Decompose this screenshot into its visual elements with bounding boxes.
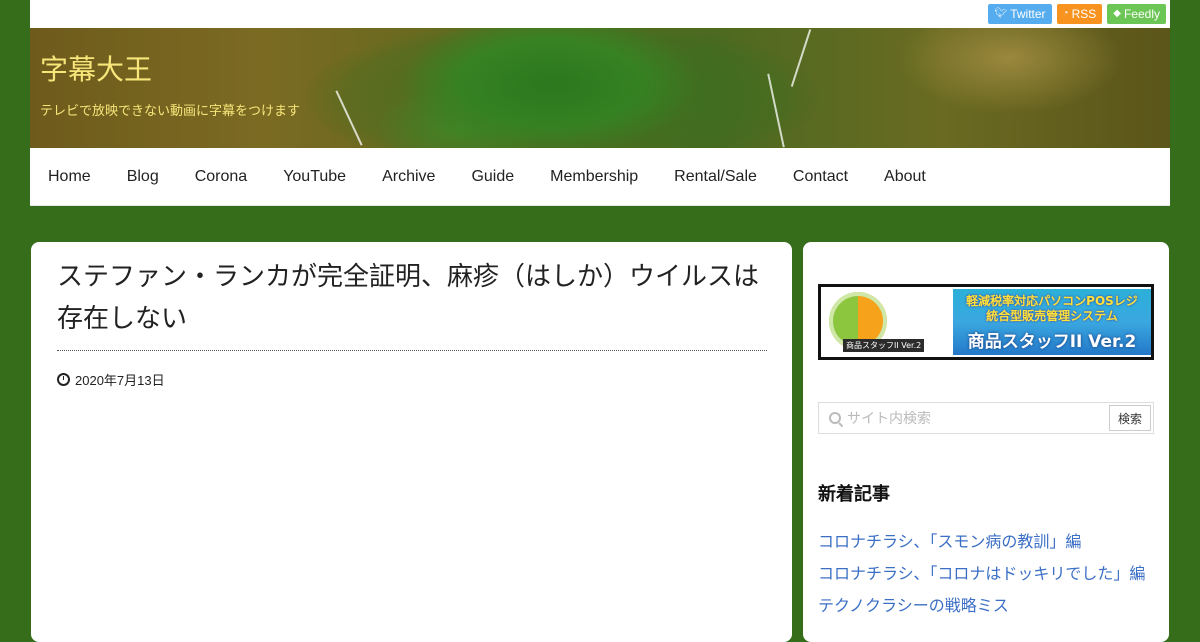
banner-logo-area: 商品スタッフII Ver.2: [823, 289, 953, 355]
list-item: コロナチラシ、「スモン病の教訓」編: [818, 530, 1145, 562]
rss-label: RSS: [1071, 7, 1097, 21]
recent-posts-heading: 新着記事: [818, 484, 890, 505]
title-divider: [57, 350, 767, 351]
site-header: 字幕大王 テレビで放映できない動画に字幕をつけます: [30, 28, 1170, 148]
banner-caption: 商品スタッフII Ver.2: [843, 339, 925, 352]
nav-item-corona[interactable]: Corona: [177, 168, 265, 186]
list-item: コロナチラシ、「コロナはドッキリでした」編: [818, 562, 1145, 594]
recent-posts-list: コロナチラシ、「スモン病の教訓」編 コロナチラシ、「コロナはドッキリでした」編 …: [818, 530, 1145, 626]
nav-item-rental-sale[interactable]: Rental/Sale: [656, 168, 775, 186]
recent-post-link[interactable]: コロナチラシ、「スモン病の教訓」編: [818, 532, 1081, 551]
site-search: 検索: [818, 402, 1154, 434]
post-date: 2020年7月13日: [57, 370, 165, 389]
recent-post-link[interactable]: コロナチラシ、「コロナはドッキリでした」編: [818, 564, 1145, 583]
nav-item-youtube[interactable]: YouTube: [265, 168, 364, 186]
banner-line-2: 統合型販売管理システム: [986, 309, 1118, 323]
nav-item-blog[interactable]: Blog: [109, 168, 177, 186]
post-date-text: 2020年7月13日: [75, 373, 165, 388]
twitter-icon: 🐦︎: [994, 8, 1008, 19]
product-banner[interactable]: 商品スタッフII Ver.2 軽減税率対応パソコンPOSレジ 統合型販売管理シス…: [818, 284, 1154, 360]
social-links: 🐦︎ Twitter ◔ RSS ◆ Feedly: [988, 4, 1166, 24]
article-title: ステファン・ランカが完全証明、麻疹（はしか）ウイルスは存在しない: [57, 262, 760, 334]
rss-button[interactable]: ◔ RSS: [1056, 4, 1103, 24]
main-navigation: Home Blog Corona YouTube Archive Guide M…: [30, 148, 1170, 206]
feedly-icon: ◆: [1113, 8, 1121, 19]
banner-product-name: 商品スタッフII Ver.2: [967, 332, 1137, 352]
feedly-button[interactable]: ◆ Feedly: [1107, 4, 1166, 24]
twitter-button[interactable]: 🐦︎ Twitter: [988, 4, 1052, 24]
list-item: テクノクラシーの戦略ミス: [818, 594, 1145, 626]
nav-item-archive[interactable]: Archive: [364, 168, 453, 186]
nav-item-membership[interactable]: Membership: [532, 168, 656, 186]
search-input[interactable]: [845, 407, 1109, 431]
top-social-bar: 🐦︎ Twitter ◔ RSS ◆ Feedly: [30, 0, 1170, 28]
sidebar: 商品スタッフII Ver.2 軽減税率対応パソコンPOSレジ 統合型販売管理シス…: [803, 242, 1169, 642]
feedly-label: Feedly: [1123, 7, 1160, 21]
recent-post-link[interactable]: テクノクラシーの戦略ミス: [818, 596, 1009, 615]
twitter-label: Twitter: [1010, 7, 1046, 21]
banner-text-area: 軽減税率対応パソコンPOSレジ 統合型販売管理システム 商品スタッフII Ver…: [953, 289, 1151, 355]
nav-item-home[interactable]: Home: [30, 168, 109, 186]
search-icon: [829, 412, 841, 424]
nav-item-about[interactable]: About: [866, 168, 944, 186]
main-content: ステファン・ランカが完全証明、麻疹（はしか）ウイルスは存在しない 2020年7月…: [31, 242, 792, 642]
search-button[interactable]: 検索: [1109, 405, 1151, 431]
nav-item-contact[interactable]: Contact: [775, 168, 866, 186]
header-background-image: [305, 28, 820, 148]
rss-icon: ◔: [1062, 8, 1069, 19]
nav-item-guide[interactable]: Guide: [453, 168, 532, 186]
clock-icon: [57, 373, 70, 386]
site-description: テレビで放映できない動画に字幕をつけます: [40, 104, 301, 119]
site-title[interactable]: 字幕大王: [40, 48, 152, 88]
